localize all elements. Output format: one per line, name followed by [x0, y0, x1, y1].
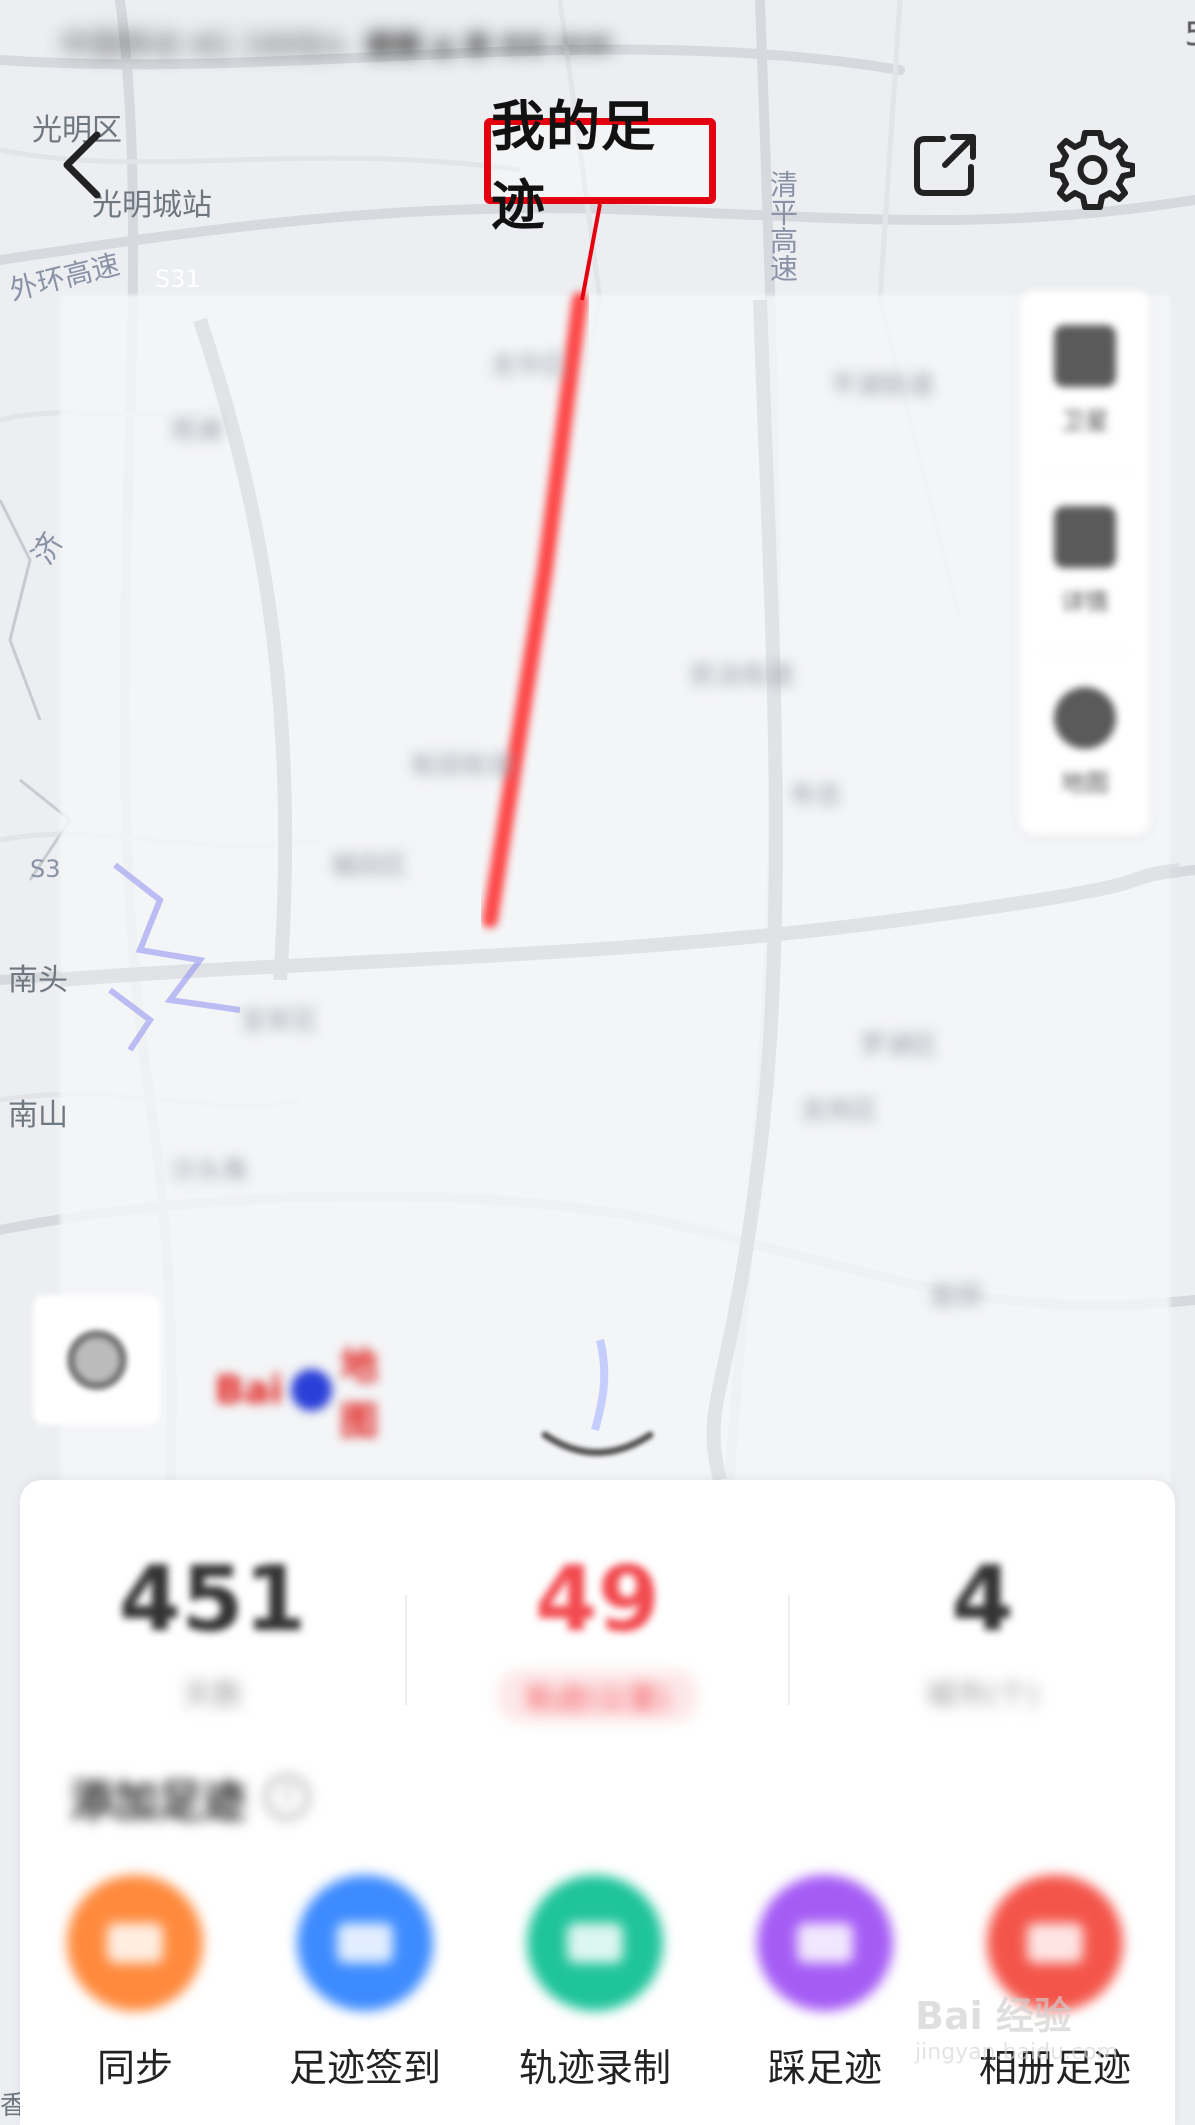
status-icons: ■■ ▲ ● ◆◆ ▬▬ [365, 24, 613, 60]
map-label-s31: S31 [155, 265, 201, 293]
map-label-nantou: 南头 [8, 963, 68, 998]
action-label: 同步 [96, 2046, 173, 2090]
map-tool-layers[interactable]: 卫星 [1020, 290, 1150, 470]
map-logo-text: 地图 [340, 1344, 379, 1443]
action-sync[interactable]: 同步 [35, 1875, 235, 2092]
stat-track[interactable]: 49 轨迹(公里) [405, 1547, 790, 1722]
map-toolbar: 卫星 详情 地图 [1020, 290, 1150, 835]
layers-icon [1054, 324, 1116, 387]
status-carrier: 中国移动 4G 16KB/s [60, 28, 346, 63]
map-blur-label: 宝安区 [240, 1006, 319, 1036]
map-blur-label: 民治街道 [690, 661, 795, 691]
map-blur-label: 观澜 [170, 416, 223, 446]
map-logo-text: Bai [215, 1368, 283, 1412]
map-blur-label: 龙岗区 [800, 1096, 879, 1126]
action-record[interactable]: 轨迹录制 [495, 1875, 695, 2092]
stat-label: 轨迹(公里) [497, 1670, 698, 1722]
add-footprint-title: 添加足迹 [70, 1776, 246, 1827]
action-label: 足迹签到 [288, 2046, 441, 2090]
map-blur-label: 龙华区 [490, 351, 569, 381]
map-blur-label: 沙头角 [170, 1156, 249, 1186]
page-title: 我的足迹 [491, 95, 656, 237]
gear-icon [1049, 130, 1136, 210]
map-label-nanshan: 南山 [8, 1098, 68, 1133]
map-blur-label: 福田区 [330, 851, 409, 881]
map-tool-globe[interactable]: 地图 [1020, 652, 1150, 832]
stats-row: 451 天数 49 轨迹(公里) 4 城市(个) [20, 1547, 1175, 1722]
status-time: 5 [1184, 15, 1195, 53]
stat-value: 451 [118, 1547, 307, 1652]
map-label-s3: S3 [30, 855, 61, 883]
share-icon [914, 134, 976, 196]
map-blur-label: 平湖街道 [830, 371, 935, 401]
locate-button[interactable] [33, 1295, 160, 1425]
map-tool-label: 详情 [1061, 587, 1109, 616]
sync-icon [67, 1875, 203, 2011]
status-bar: 中国移动 4G 16KB/s ■■ ▲ ● ◆◆ ▬▬ [60, 12, 1135, 72]
add-footprint-header: 添加足迹 ? [70, 1765, 310, 1829]
footprint-icon [757, 1875, 893, 2011]
action-label: 轨迹录制 [518, 2046, 671, 2090]
stat-label: 城市(个) [925, 1678, 1040, 1713]
map-blur-label: 坂田街道 [410, 751, 515, 781]
record-icon [527, 1875, 663, 2011]
settings-button[interactable] [1049, 125, 1136, 210]
map-blur-label: 罗湖区 [860, 1031, 939, 1061]
stat-value: 49 [534, 1547, 661, 1652]
action-label: 踩足迹 [767, 2046, 882, 2090]
action-footprint[interactable]: 踩足迹 [725, 1875, 925, 2092]
share-button[interactable] [905, 125, 985, 205]
action-label: 相册足迹 [978, 2046, 1131, 2090]
map-tool-label: 地图 [1061, 768, 1109, 797]
baidu-paw-icon [290, 1369, 333, 1411]
footprint-bottom-sheet: 451 天数 49 轨迹(公里) 4 城市(个) 添加足迹 ? 同步 足迹签到 … [20, 1480, 1175, 2125]
title-highlight-box: 我的足迹 [484, 95, 716, 237]
collapse-handle[interactable] [540, 1425, 655, 1475]
list-icon [1054, 505, 1116, 568]
back-chevron-icon [63, 131, 101, 199]
map-logo: Bai 地图 [215, 1344, 415, 1443]
map-blur-label: 布吉 [790, 781, 843, 811]
stat-cities[interactable]: 4 城市(个) [790, 1550, 1175, 1720]
checkin-icon [297, 1875, 433, 2011]
globe-icon [1054, 686, 1116, 749]
map-tool-label: 卫星 [1061, 406, 1109, 435]
action-checkin[interactable]: 足迹签到 [265, 1875, 465, 2092]
chevron-down-icon [541, 1431, 654, 1456]
stat-days[interactable]: 451 天数 [20, 1550, 405, 1720]
back-button[interactable] [55, 125, 125, 205]
help-icon[interactable]: ? [264, 1774, 310, 1820]
map-label-qingping: 清平高速 [766, 170, 799, 282]
map-blur-label: 盐田 [930, 1281, 983, 1311]
action-row: 同步 足迹签到 轨迹录制 踩足迹 相册足迹 [20, 1875, 1175, 2090]
stat-label: 天数 [182, 1678, 243, 1713]
stat-value: 4 [951, 1547, 1014, 1652]
locate-icon [66, 1330, 127, 1390]
action-album[interactable]: 相册足迹 [955, 1875, 1155, 2092]
album-icon [987, 1875, 1123, 2011]
map-tool-details[interactable]: 详情 [1020, 471, 1150, 651]
